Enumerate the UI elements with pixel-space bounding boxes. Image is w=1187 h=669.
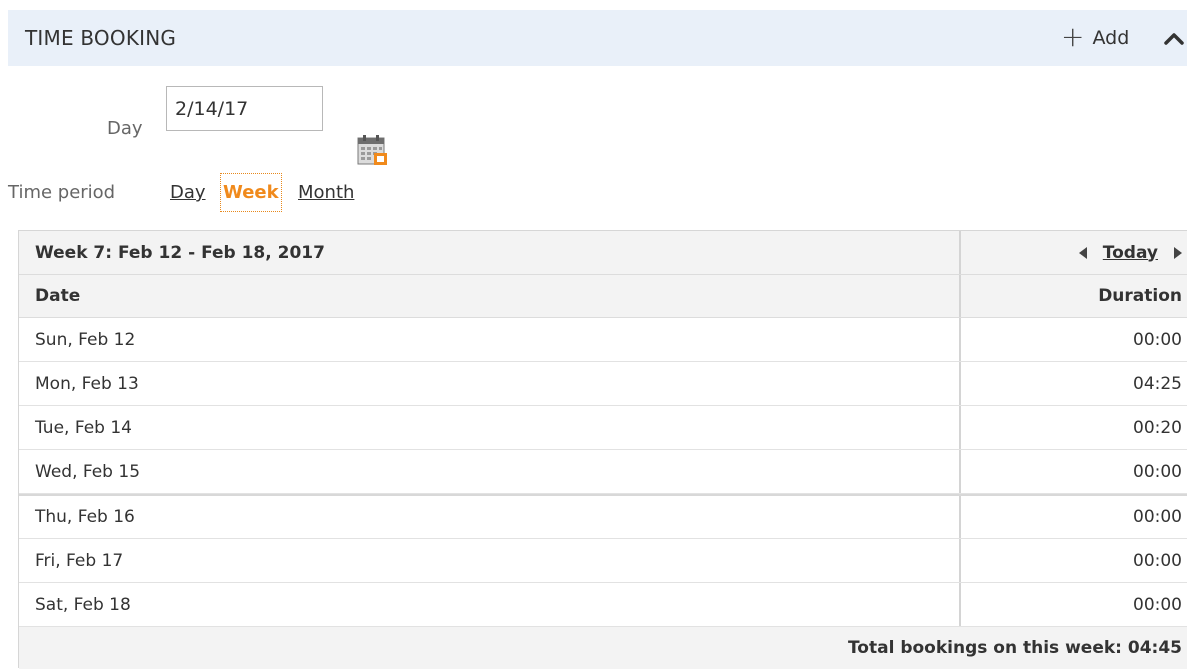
plus-icon: + bbox=[1061, 19, 1085, 53]
period-day-link[interactable]: Day bbox=[170, 182, 206, 203]
row-duration: 04:25 bbox=[959, 362, 1187, 405]
add-button-label: Add bbox=[1092, 27, 1130, 49]
period-week-link[interactable]: Week bbox=[220, 173, 282, 212]
table-row[interactable]: Mon, Feb 13 04:25 bbox=[19, 362, 1187, 406]
triangle-left-icon[interactable] bbox=[1078, 246, 1087, 259]
row-date: Thu, Feb 16 bbox=[35, 507, 135, 527]
total-bookings: Total bookings on this week: 04:45 bbox=[19, 627, 1187, 669]
row-duration: 00:00 bbox=[959, 318, 1187, 361]
week-navigation: Today bbox=[959, 231, 1187, 274]
row-date: Wed, Feb 15 bbox=[35, 461, 141, 482]
table-row[interactable]: Wed, Feb 15 00:00 bbox=[19, 450, 1187, 494]
bookings-grid: Week 7: Feb 12 - Feb 18, 2017 Today Date… bbox=[18, 230, 1187, 669]
time-period-label: Time period bbox=[8, 182, 116, 203]
row-duration: 00:00 bbox=[959, 583, 1187, 626]
period-month-link[interactable]: Month bbox=[298, 182, 354, 203]
table-row[interactable]: Sat, Feb 18 00:00 bbox=[19, 583, 1187, 627]
week-header-row: Week 7: Feb 12 - Feb 18, 2017 Today bbox=[19, 231, 1187, 275]
row-duration: 00:00 bbox=[959, 539, 1187, 582]
column-header-row: Date Duration bbox=[19, 275, 1187, 318]
row-date: Fri, Feb 17 bbox=[35, 550, 124, 571]
today-link[interactable]: Today bbox=[1103, 243, 1158, 263]
table-row[interactable]: Thu, Feb 16 00:00 bbox=[19, 494, 1187, 539]
row-duration: 00:00 bbox=[959, 496, 1187, 538]
column-header-duration: Duration bbox=[959, 275, 1187, 317]
row-date: Tue, Feb 14 bbox=[35, 417, 132, 438]
panel-header: TIME BOOKING + Add bbox=[8, 10, 1187, 66]
row-duration: 00:00 bbox=[959, 450, 1187, 493]
day-input[interactable] bbox=[166, 86, 323, 131]
week-title: Week 7: Feb 12 - Feb 18, 2017 bbox=[35, 242, 325, 263]
add-button[interactable]: + Add bbox=[1061, 19, 1130, 53]
calendar-icon[interactable] bbox=[357, 134, 389, 166]
table-row[interactable]: Tue, Feb 14 00:20 bbox=[19, 406, 1187, 450]
row-date: Sun, Feb 12 bbox=[35, 329, 136, 350]
table-row[interactable]: Sun, Feb 12 00:00 bbox=[19, 318, 1187, 362]
row-duration: 00:20 bbox=[959, 406, 1187, 449]
row-date: Sat, Feb 18 bbox=[35, 594, 131, 615]
column-header-date: Date bbox=[35, 286, 81, 306]
chevron-up-icon[interactable] bbox=[1163, 30, 1185, 46]
triangle-right-icon[interactable] bbox=[1174, 246, 1182, 259]
table-row[interactable]: Fri, Feb 17 00:00 bbox=[19, 539, 1187, 583]
panel-title: TIME BOOKING bbox=[25, 26, 177, 50]
row-date: Mon, Feb 13 bbox=[35, 373, 139, 394]
day-label: Day bbox=[107, 118, 143, 139]
